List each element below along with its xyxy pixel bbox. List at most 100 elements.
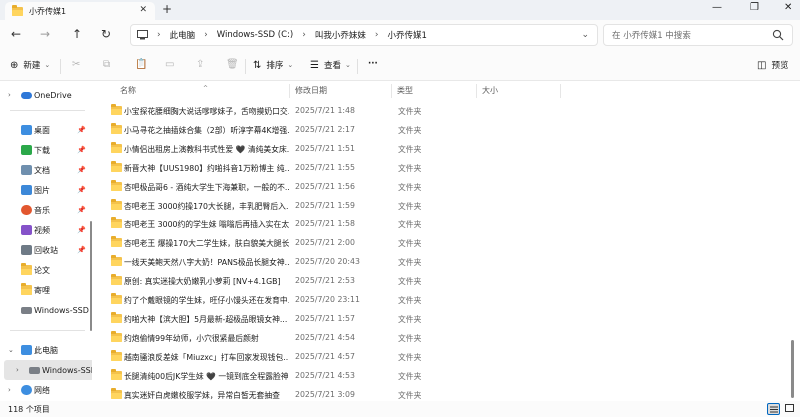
- close-tab-icon[interactable]: ✕: [139, 5, 147, 15]
- forward-button[interactable]: →: [40, 27, 50, 41]
- title-bar: 小乔传媒1 ✕ + — ❐ ✕: [0, 0, 800, 20]
- sidebar-item[interactable]: 论文: [0, 260, 92, 280]
- more-options-button[interactable]: ···: [368, 59, 378, 69]
- file-name: 新晋大神【UUS1980】约啪抖音1万粉博主 纯...: [124, 163, 289, 173]
- sidebar-item[interactable]: › Windows-SSD: [4, 360, 92, 380]
- chevron-right-icon[interactable]: ›: [16, 366, 19, 374]
- breadcrumb-current-folder[interactable]: 小乔传媒1: [387, 29, 426, 41]
- videos-icon: [21, 225, 32, 235]
- file-date: 2025/7/21 4:53: [295, 370, 355, 380]
- sidebar-item[interactable]: ⌄ 此电脑: [0, 340, 92, 360]
- rename-icon: ▭: [165, 59, 175, 70]
- sidebar-item[interactable]: Windows-SSD: [0, 300, 92, 320]
- file-name: 约啪大神【滨大胆】5月最新-超极品眼镜女神...: [124, 314, 288, 324]
- breadcrumb-parent-folder[interactable]: 叫我小乔妹妹: [315, 29, 366, 41]
- address-bar[interactable]: › 此电脑 › Windows-SSD (C:) › 叫我小乔妹妹 › 小乔传媒…: [130, 24, 598, 46]
- chevron-right-icon[interactable]: ›: [8, 386, 11, 394]
- sort-button[interactable]: ⇅ 排序 ⌄: [253, 59, 293, 72]
- file-row[interactable]: 小宝探花腰细胸大说话嗲嗲妹子，舌吻摸奶口交... 2025/7/21 1:48 文件…: [105, 101, 795, 121]
- file-row[interactable]: 小情侣出租房上演教科书式性爱 🖤 清纯美女床... 2025/7/21 1:51 文…: [105, 139, 795, 159]
- paste-button[interactable]: 📋: [135, 59, 152, 70]
- sidebar-item[interactable]: 图片 📌: [0, 180, 92, 200]
- column-type[interactable]: 类型: [397, 85, 413, 96]
- file-row[interactable]: 越南骚浪反差妹「Miuzxc」打车回家发现钱包... 2025/7/21 4:57…: [105, 347, 795, 367]
- share-button[interactable]: ⇪: [196, 59, 209, 70]
- file-date: 2025/7/21 1:59: [295, 200, 355, 210]
- file-list-scrollbar[interactable]: [791, 340, 794, 398]
- column-size[interactable]: 大小: [482, 85, 498, 96]
- sidebar-item-label: 图片: [34, 185, 50, 195]
- file-row[interactable]: 约啪大神【滨大胆】5月最新-超极品眼镜女神... 2025/7/21 1:57 文件…: [105, 309, 795, 329]
- new-button[interactable]: ⊕ 新建 ⌄: [10, 59, 50, 72]
- drive-icon: [21, 307, 32, 314]
- chevron-right-icon[interactable]: ›: [8, 91, 11, 99]
- file-date: 2025/7/21 4:57: [295, 351, 355, 361]
- file-name: 杏吧老王 3000约操170大长腿，丰乳肥臀后入...: [124, 201, 289, 211]
- copy-button[interactable]: ⧉: [103, 59, 115, 70]
- navigation-pane: › OneDrive 桌面 📌 下载 📌 文档 📌 图片 📌 音乐 📌 视频 📌 回收站 📌 论文 寄哩 Windo…: [0, 81, 92, 401]
- preview-pane-button[interactable]: ◫ 预览: [757, 59, 788, 72]
- pin-icon: 📌: [77, 126, 86, 134]
- new-tab-button[interactable]: +: [162, 2, 172, 16]
- sidebar-item[interactable]: › OneDrive: [0, 85, 92, 105]
- file-row[interactable]: 原创: 真实迷操大奶嫩乳小萝莉 [NV+4.1GB] 2025/7/21 2:53…: [105, 271, 795, 291]
- breadcrumb-dropdown-icon[interactable]: ⌄: [581, 30, 589, 40]
- tiles-view-button[interactable]: [784, 403, 797, 415]
- sidebar-item[interactable]: 文档 📌: [0, 160, 92, 180]
- up-button[interactable]: ↑: [72, 27, 82, 41]
- file-row[interactable]: 约炮偷情99年幼师，小穴很紧最后颜射 2025/7/21 4:54 文件夹: [105, 328, 795, 348]
- sidebar-item[interactable]: 桌面 📌: [0, 120, 92, 140]
- sidebar-item[interactable]: 音乐 📌: [0, 200, 92, 220]
- folder-icon: [111, 255, 122, 267]
- column-divider[interactable]: [391, 84, 392, 98]
- chevron-down-icon[interactable]: ⌄: [8, 346, 14, 354]
- search-box[interactable]: 在 小乔传媒1 中搜索: [603, 24, 793, 46]
- folder-icon: [12, 4, 23, 16]
- preview-pane-icon: ◫: [757, 59, 767, 71]
- file-name: 原创: 真实迷操大奶嫩乳小萝莉 [NV+4.1GB]: [124, 277, 281, 287]
- file-row[interactable]: 杏吧极品哥6 - 酒纯大学生下海兼职，一般的不... 2025/7/21 1:56…: [105, 177, 795, 197]
- column-divider[interactable]: [560, 84, 561, 98]
- file-row[interactable]: 杏吧老王 爆操170大二学生妹，肤白貌美大腿长 2025/7/21 2:00 文件夹: [105, 233, 795, 253]
- column-divider[interactable]: [289, 84, 290, 98]
- sidebar-item[interactable]: › 网络: [0, 380, 92, 400]
- sidebar-item[interactable]: 回收站 📌: [0, 240, 92, 260]
- file-name: 一线天美鲍天然八字大奶！PANS极品长腿女神...: [124, 258, 289, 268]
- refresh-button[interactable]: ↻: [101, 27, 111, 41]
- close-window-button[interactable]: ✕: [784, 2, 792, 13]
- folder-icon: [111, 179, 122, 191]
- folder-icon: [111, 330, 122, 342]
- column-divider[interactable]: [476, 84, 477, 98]
- back-button[interactable]: ←: [11, 27, 21, 41]
- tab-active[interactable]: 小乔传媒1 ✕: [5, 2, 155, 20]
- file-row[interactable]: 一线天美鲍天然八字大奶！PANS极品长腿女神... 2025/7/20 20:43…: [105, 252, 795, 272]
- file-row[interactable]: 真实迷奸白虎嫩校服学妹，异常白皙无套抽查 2025/7/21 3:09 文件夹: [105, 385, 795, 402]
- sidebar-item[interactable]: 寄哩: [0, 280, 92, 300]
- maximize-button[interactable]: ❐: [750, 2, 759, 13]
- rename-button[interactable]: ▭: [165, 59, 179, 70]
- column-name[interactable]: 名称: [120, 85, 136, 96]
- sidebar-item-label: 音乐: [34, 205, 50, 215]
- minimize-button[interactable]: —: [712, 2, 722, 13]
- sort-icon: ⇅: [253, 59, 262, 71]
- cut-button[interactable]: ✂: [72, 59, 85, 70]
- file-row[interactable]: 杏吧老王 3000约的学生妹 嗡嗡后再插入实在太... 2025/7/21 1:5…: [105, 214, 795, 234]
- file-row[interactable]: 约了个戴眼镜的学生妹，旺仔小馒头还在发育中... 2025/7/20 23:11 文…: [105, 290, 795, 310]
- delete-button[interactable]: 🗑: [226, 59, 244, 70]
- computer-icon: [21, 345, 32, 355]
- breadcrumb-this-pc[interactable]: 此电脑: [170, 29, 196, 41]
- column-date[interactable]: 修改日期: [295, 85, 327, 96]
- view-button[interactable]: ☰ 查看 ⌄: [310, 59, 351, 72]
- folder-icon: [111, 217, 122, 229]
- file-row[interactable]: 小马寻花之抽插妹合集（2部）听淳字幕4K增强... 2025/7/21 2:17 文…: [105, 120, 795, 140]
- file-row[interactable]: 新晋大神【UUS1980】约啪抖音1万粉博主 纯... 2025/7/21 1:5…: [105, 158, 795, 178]
- file-row[interactable]: 杏吧老王 3000约操170大长腿，丰乳肥臀后入... 2025/7/21 1:5…: [105, 196, 795, 216]
- sidebar-item[interactable]: 视频 📌: [0, 220, 92, 240]
- breadcrumb-drive[interactable]: Windows-SSD (C:): [217, 30, 293, 40]
- sidebar-item[interactable]: 下载 📌: [0, 140, 92, 160]
- details-view-button[interactable]: [767, 403, 780, 415]
- sidebar-scrollbar[interactable]: [90, 221, 92, 331]
- file-row[interactable]: 长腿清纯00后JK学生妹 🖤 一镜到底全程露脸神... 2025/7/21 4:5…: [105, 366, 795, 386]
- file-date: 2025/7/21 3:09: [295, 389, 355, 399]
- folder-icon: [111, 368, 122, 380]
